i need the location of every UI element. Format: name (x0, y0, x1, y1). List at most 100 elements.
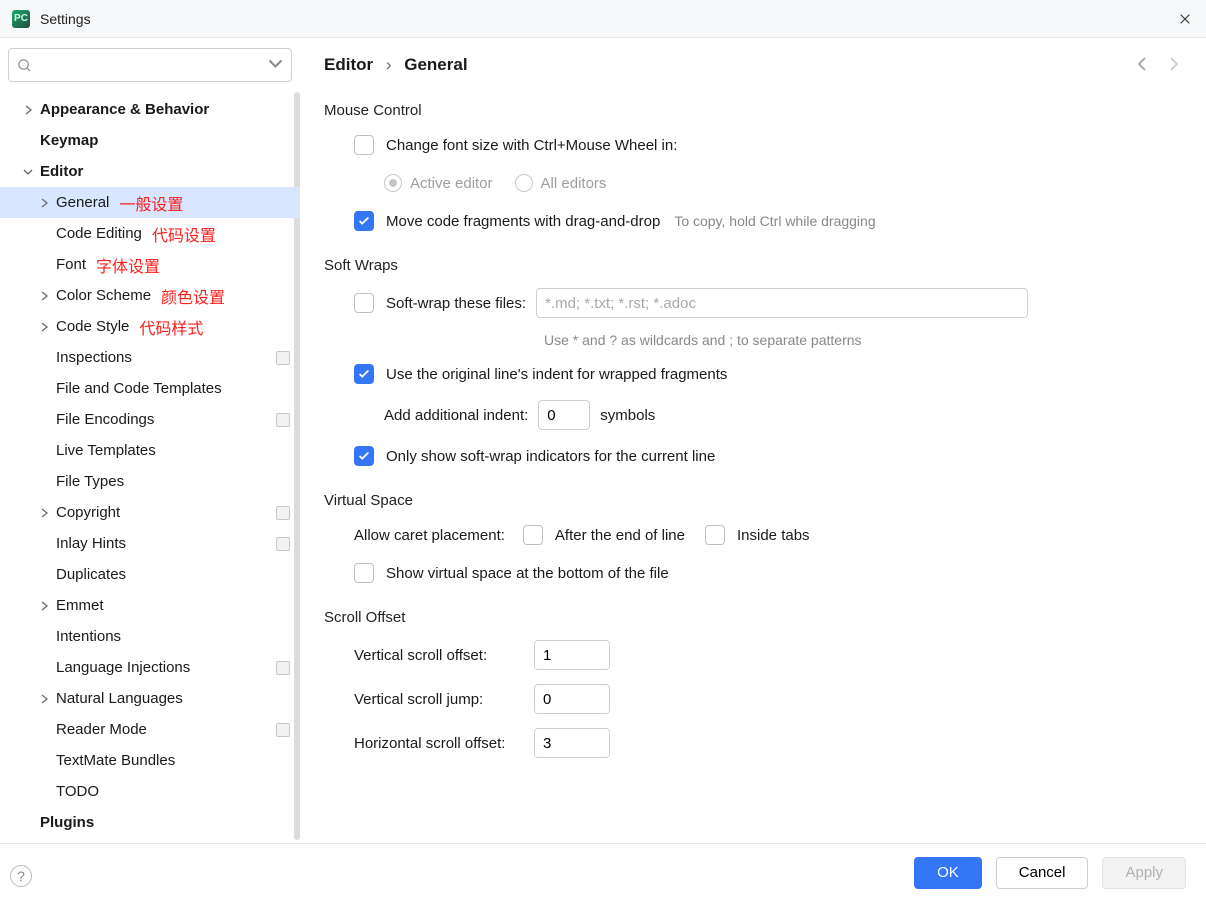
v-jump-input[interactable] (534, 684, 610, 714)
tree-item[interactable]: TODO (0, 776, 300, 807)
tree-item[interactable]: Inspections (0, 342, 300, 373)
scope-badge-icon (276, 506, 290, 520)
soft-wrap-checkbox[interactable] (354, 293, 374, 313)
close-button[interactable] (1176, 10, 1194, 28)
tree-item[interactable]: General一般设置 (0, 187, 300, 218)
tree-item[interactable]: Intentions (0, 621, 300, 652)
add-indent-input[interactable] (538, 400, 590, 430)
only-show-checkbox[interactable] (354, 446, 374, 466)
tree-item[interactable]: File Types (0, 466, 300, 497)
tree-item[interactable]: Plugins (0, 807, 300, 838)
tree-item[interactable]: Code Editing代码设置 (0, 218, 300, 249)
nav-back-button[interactable] (1134, 55, 1152, 76)
tree-item[interactable]: Emmet (0, 590, 300, 621)
breadcrumb-sep: › (386, 55, 392, 75)
help-button[interactable]: ? (10, 865, 32, 887)
soft-wrap-patterns-input[interactable] (536, 288, 1028, 318)
breadcrumb-root[interactable]: Editor (324, 55, 373, 74)
tree-item[interactable]: File and Code Templates (0, 373, 300, 404)
tree-item[interactable]: Natural Languages (0, 683, 300, 714)
tree-item-label: Duplicates (56, 566, 126, 583)
h-offset-label: Horizontal scroll offset: (354, 735, 534, 752)
annotation: 一般设置 (119, 191, 183, 215)
annotation: 颜色设置 (161, 284, 225, 308)
v-offset-input[interactable] (534, 640, 610, 670)
tree-item[interactable]: Editor (0, 156, 300, 187)
tree-item[interactable]: File Encodings (0, 404, 300, 435)
section-title: Mouse Control (324, 102, 1182, 119)
annotation: 字体设置 (96, 253, 160, 277)
tree-item[interactable]: TextMate Bundles (0, 745, 300, 776)
soft-wrap-label: Soft-wrap these files: (386, 295, 526, 312)
tree-item[interactable]: Language Injections (0, 652, 300, 683)
chevron-icon (32, 322, 56, 332)
tree-item[interactable]: Duplicates (0, 559, 300, 590)
chevron-icon (32, 694, 56, 704)
breadcrumb-current: General (404, 55, 467, 74)
tree-item-label: File and Code Templates (56, 380, 222, 397)
tree-item-label: Live Templates (56, 442, 156, 459)
active-editor-radio[interactable] (384, 174, 402, 192)
all-editors-radio[interactable] (515, 174, 533, 192)
scope-badge-icon (276, 351, 290, 365)
section-title: Scroll Offset (324, 609, 1182, 626)
original-indent-label: Use the original line's indent for wrapp… (386, 366, 727, 383)
section-title: Soft Wraps (324, 257, 1182, 274)
after-eol-checkbox[interactable] (523, 525, 543, 545)
tree-item-label: File Types (56, 473, 124, 490)
content: Mouse Control Change font size with Ctrl… (300, 92, 1206, 843)
tree-item[interactable]: Appearance & Behavior (0, 94, 300, 125)
scope-badge-icon (276, 661, 290, 675)
h-offset-input[interactable] (534, 728, 610, 758)
breadcrumb: Editor › General (324, 55, 468, 75)
tree-item-label: Natural Languages (56, 690, 183, 707)
tree-item[interactable]: Keymap (0, 125, 300, 156)
settings-tree: Appearance & Behavior Keymap EditorGeneral… (0, 92, 300, 840)
search-input[interactable] (38, 57, 268, 73)
tree-item-label: Color Scheme (56, 287, 151, 304)
scope-badge-icon (276, 413, 290, 427)
chevron-icon (32, 508, 56, 518)
move-fragments-checkbox[interactable] (354, 211, 374, 231)
chevron-icon (32, 291, 56, 301)
all-editors-label: All editors (541, 175, 607, 192)
main: Editor › General Mouse Control Change fo… (300, 38, 1206, 843)
section-mouse-control: Mouse Control Change font size with Ctrl… (324, 102, 1182, 233)
wildcard-hint: Use * and ? as wildcards and ; to separa… (324, 332, 1182, 348)
tree-item[interactable]: Reader Mode (0, 714, 300, 745)
scope-badge-icon (276, 723, 290, 737)
search-icon (17, 58, 32, 73)
section-virtual-space: Virtual Space Allow caret placement: Aft… (324, 492, 1182, 585)
tree-item[interactable]: Code Style代码样式 (0, 311, 300, 342)
copy-hint: To copy, hold Ctrl while dragging (674, 213, 875, 229)
tree-item-label: Plugins (40, 814, 94, 831)
tree-item[interactable]: Live Templates (0, 435, 300, 466)
after-eol-label: After the end of line (555, 527, 685, 544)
apply-button[interactable]: Apply (1102, 857, 1186, 889)
tree-item[interactable]: Inlay Hints (0, 528, 300, 559)
v-offset-label: Vertical scroll offset: (354, 647, 534, 664)
cancel-button[interactable]: Cancel (996, 857, 1089, 889)
search-input-wrap[interactable] (8, 48, 292, 82)
nav-forward-button[interactable] (1164, 55, 1182, 76)
inside-tabs-checkbox[interactable] (705, 525, 725, 545)
ok-button[interactable]: OK (914, 857, 982, 889)
search-history-icon[interactable] (268, 56, 283, 74)
footer: ? OK Cancel Apply (0, 843, 1206, 901)
scope-badge-icon (276, 537, 290, 551)
tree-item-label: Code Editing (56, 225, 142, 242)
show-bottom-checkbox[interactable] (354, 563, 374, 583)
chevron-icon (32, 601, 56, 611)
section-title: Virtual Space (324, 492, 1182, 509)
original-indent-checkbox[interactable] (354, 364, 374, 384)
tree-item-label: Keymap (40, 132, 98, 149)
move-fragments-label: Move code fragments with drag-and-drop (386, 213, 660, 230)
tree-item[interactable]: Copyright (0, 497, 300, 528)
arrow-right-icon (1164, 55, 1182, 73)
change-font-checkbox[interactable] (354, 135, 374, 155)
tree-item-label: Reader Mode (56, 721, 147, 738)
allow-caret-label: Allow caret placement: (354, 527, 505, 544)
tree-item[interactable]: Color Scheme 颜色设置 (0, 280, 300, 311)
tree-item-label: Intentions (56, 628, 121, 645)
tree-item[interactable]: Font字体设置 (0, 249, 300, 280)
